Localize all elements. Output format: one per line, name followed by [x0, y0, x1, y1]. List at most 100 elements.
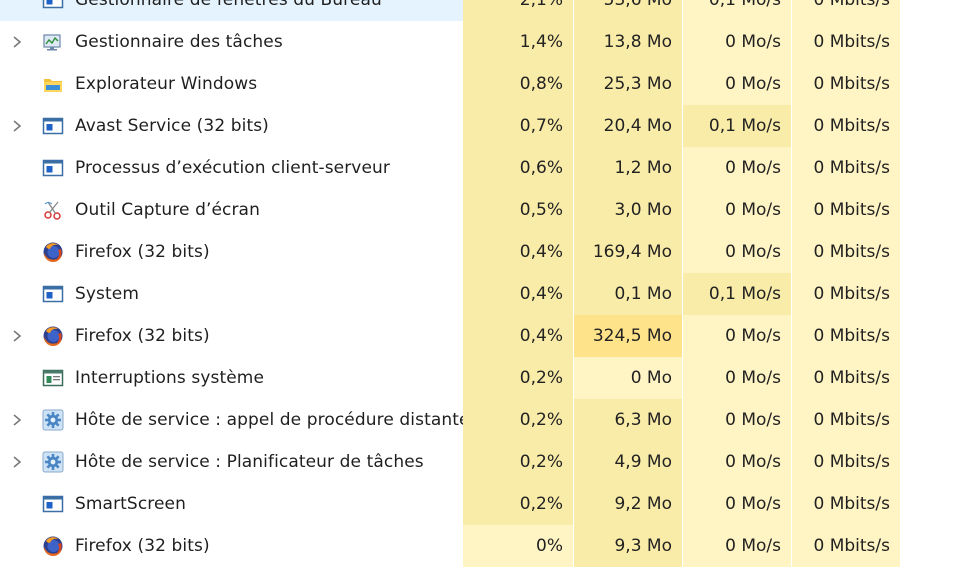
process-name: Firefox (32 bits)	[75, 242, 210, 262]
disk-value: 0 Mo/s	[683, 441, 792, 483]
process-name-cell[interactable]: Gestionnaire des tâches	[0, 21, 463, 63]
process-row[interactable]: Explorateur Windows 0,8% 25,3 Mo 0 Mo/s 0 Mb…	[0, 63, 953, 105]
process-row[interactable]: Outil Capture d’écran 0,5% 3,0 Mo 0 Mo/s 0 M…	[0, 189, 953, 231]
process-name: Avast Service (32 bits)	[75, 116, 269, 136]
disk-value: 0 Mo/s	[683, 315, 792, 357]
row-filler	[901, 399, 953, 441]
window-icon	[42, 493, 64, 515]
disk-value: 0,1 Mo/s	[683, 273, 792, 315]
process-row[interactable]: Firefox (32 bits) 0% 9,3 Mo 0 Mo/s 0 Mbits/s	[0, 525, 953, 567]
system-icon	[42, 367, 64, 389]
process-row[interactable]: Hôte de service : appel de procédure dis…	[0, 399, 953, 441]
scissors-icon	[42, 199, 64, 221]
network-value: 0 Mbits/s	[792, 441, 901, 483]
process-name-cell[interactable]: Outil Capture d’écran	[0, 189, 463, 231]
memory-value: 9,2 Mo	[574, 483, 683, 525]
chevron-right-icon[interactable]	[10, 454, 24, 470]
process-name: Hôte de service : appel de procédure dis…	[75, 410, 492, 430]
process-name: Gestionnaire des tâches	[75, 32, 283, 52]
process-row[interactable]: Processus d’exécution client-serveur 0,6%…	[0, 147, 953, 189]
network-value: 0 Mbits/s	[792, 189, 901, 231]
process-name-cell[interactable]: Firefox (32 bits)	[0, 231, 463, 273]
memory-value: 4,9 Mo	[574, 441, 683, 483]
process-name: Explorateur Windows	[75, 74, 258, 94]
network-value: 0 Mbits/s	[792, 315, 901, 357]
disk-value: 0 Mo/s	[683, 147, 792, 189]
disk-value: 0 Mo/s	[683, 231, 792, 273]
memory-value: 3,0 Mo	[574, 189, 683, 231]
cpu-value: 0,8%	[463, 63, 574, 105]
process-name: Gestionnaire de fenêtres du Bureau	[75, 0, 382, 10]
cpu-value: 0,5%	[463, 189, 574, 231]
disk-value: 0 Mo/s	[683, 525, 792, 567]
disk-value: 0 Mo/s	[683, 483, 792, 525]
cpu-value: 0,4%	[463, 315, 574, 357]
row-filler	[901, 483, 953, 525]
process-name: Processus d’exécution client-serveur	[75, 158, 390, 178]
network-value: 0 Mbits/s	[792, 63, 901, 105]
disk-value: 0,1 Mo/s	[683, 0, 792, 21]
memory-value: 0,1 Mo	[574, 273, 683, 315]
network-value: 0 Mbits/s	[792, 147, 901, 189]
process-name-cell[interactable]: Interruptions système	[0, 357, 463, 399]
chevron-right-icon[interactable]	[10, 412, 24, 428]
firefox-icon	[42, 325, 64, 347]
process-name-cell[interactable]: Explorateur Windows	[0, 63, 463, 105]
network-value: 0 Mbits/s	[792, 399, 901, 441]
window-icon	[42, 283, 64, 305]
row-filler	[901, 231, 953, 273]
cpu-value: 0,2%	[463, 441, 574, 483]
cpu-value: 0,7%	[463, 105, 574, 147]
process-row[interactable]: Interruptions système 0,2% 0 Mo 0 Mo/s 0 Mbi…	[0, 357, 953, 399]
process-name: Firefox (32 bits)	[75, 536, 210, 556]
process-row[interactable]: Gestionnaire de fenêtres du Bureau 2,1% 53…	[0, 0, 953, 21]
process-name-cell[interactable]: Hôte de service : appel de procédure dis…	[0, 399, 491, 441]
row-filler	[901, 525, 953, 567]
cpu-value: 0,6%	[463, 147, 574, 189]
cpu-value: 1,4%	[463, 21, 574, 63]
process-name-cell[interactable]: Gestionnaire de fenêtres du Bureau	[0, 0, 463, 21]
process-name-cell[interactable]: Processus d’exécution client-serveur	[0, 147, 463, 189]
process-name-cell[interactable]: Firefox (32 bits)	[0, 525, 463, 567]
process-row[interactable]: Gestionnaire des tâches 1,4% 13,8 Mo 0 Mo/s…	[0, 21, 953, 63]
chevron-right-icon[interactable]	[10, 34, 24, 50]
process-name-cell[interactable]: SmartScreen	[0, 483, 463, 525]
cpu-value: 2,1%	[463, 0, 574, 21]
process-row[interactable]: Avast Service (32 bits) 0,7% 20,4 Mo 0,1 Mo…	[0, 105, 953, 147]
disk-value: 0 Mo/s	[683, 357, 792, 399]
row-filler	[901, 21, 953, 63]
process-name-cell[interactable]: System	[0, 273, 463, 315]
chevron-right-icon[interactable]	[10, 118, 24, 134]
memory-value: 6,3 Mo	[574, 399, 683, 441]
row-filler	[901, 0, 953, 21]
chevron-right-icon[interactable]	[10, 328, 24, 344]
window-icon	[42, 0, 64, 11]
network-value: 0 Mbits/s	[792, 273, 901, 315]
process-row[interactable]: Firefox (32 bits) 0,4% 169,4 Mo 0 Mo/s 0 Mbi…	[0, 231, 953, 273]
process-table: Gestionnaire de fenêtres du Bureau 2,1% 53…	[0, 0, 953, 572]
process-row[interactable]: Firefox (32 bits) 0,4% 324,5 Mo 0 Mo/s 0 Mbi…	[0, 315, 953, 357]
process-name: Interruptions système	[75, 368, 265, 388]
network-value: 0 Mbits/s	[792, 357, 901, 399]
disk-value: 0 Mo/s	[683, 189, 792, 231]
process-row[interactable]: Hôte de service : Planificateur de tâche…	[0, 441, 953, 483]
row-filler	[901, 315, 953, 357]
disk-value: 0,1 Mo/s	[683, 105, 792, 147]
memory-value: 20,4 Mo	[574, 105, 683, 147]
gear-icon	[42, 451, 64, 473]
cpu-value: 0,4%	[463, 231, 574, 273]
process-name-cell[interactable]: Firefox (32 bits)	[0, 315, 463, 357]
network-value: 0 Mbits/s	[792, 525, 901, 567]
process-name: Firefox (32 bits)	[75, 326, 210, 346]
process-name-cell[interactable]: Hôte de service : Planificateur de tâche…	[0, 441, 463, 483]
task-manager-icon	[42, 31, 64, 53]
row-filler	[901, 273, 953, 315]
row-filler	[901, 105, 953, 147]
cpu-value: 0,4%	[463, 273, 574, 315]
process-row[interactable]: SmartScreen 0,2% 9,2 Mo 0 Mo/s 0 Mbits/s	[0, 483, 953, 525]
firefox-icon	[42, 535, 64, 557]
process-name-cell[interactable]: Avast Service (32 bits)	[0, 105, 463, 147]
memory-value: 9,3 Mo	[574, 525, 683, 567]
memory-value: 0 Mo	[574, 357, 683, 399]
process-row[interactable]: System 0,4% 0,1 Mo 0,1 Mo/s 0 Mbits/s	[0, 273, 953, 315]
